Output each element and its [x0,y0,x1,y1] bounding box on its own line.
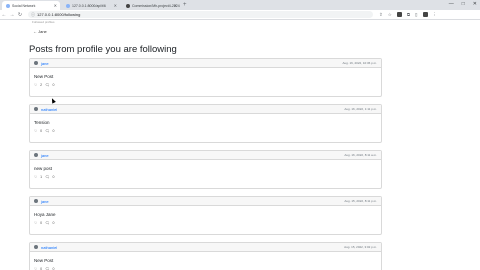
comment-count: 0 [52,83,55,87]
like-icon[interactable]: ♡ [34,129,37,133]
post-card: nathaniel Aug. 15, 2022, 3:02 p.m. New P… [29,242,382,270]
avatar [34,153,38,157]
post-card: jane Aug. 15, 2022, 8:11 p.m. Hoya Jane … [29,196,382,235]
like-count: 1 [40,175,43,179]
like-icon[interactable]: ♡ [34,221,37,225]
post-header: jane Aug. 15, 2022, 8:11 p.m. [30,197,381,206]
comment-icon[interactable]: 🗨 [45,175,49,179]
post-author[interactable]: jane [34,61,49,66]
post-timestamp: Aug. 15, 2022, 8:11 p.m. [344,199,377,203]
author-name[interactable]: nathaniel [41,245,57,250]
comment-count: 0 [52,175,55,179]
browser-tab[interactable]: 127.0.0.1:8000/api/t/6 ✕ [62,1,120,10]
puzzle-icon[interactable]: ⧉ [407,12,410,17]
post-card: jane Aug. 16, 2022, 8:11 a.m. new post ♡… [29,150,382,189]
comment-icon[interactable]: 🗨 [45,83,49,87]
back-button[interactable]: ← [0,12,8,18]
page-content: Followed profiles ← Jane Posts from prof… [0,20,480,270]
post-body: Tension ♡ 0 🗨 0 [30,114,381,142]
post-header: nathaniel Aug. 16, 2022, 1:11 p.m. [30,105,381,114]
avatar [34,199,38,203]
post-card: nathaniel Aug. 16, 2022, 1:11 p.m. Tensi… [29,104,382,143]
author-name[interactable]: nathaniel [41,107,57,112]
sidebar-icon[interactable]: ▯ [415,12,417,18]
post-author[interactable]: jane [34,153,49,158]
new-tab-button[interactable]: + [183,1,187,10]
post-header: nathaniel Aug. 15, 2022, 3:02 p.m. [30,243,381,252]
extension-icon[interactable] [396,12,402,17]
share-icon[interactable]: ⇪ [379,12,383,18]
post-author[interactable]: jane [34,199,49,204]
extensions-area: ⇪ ☆ ⧉ ▯ ⋮ [379,12,437,18]
post-timestamp: Aug. 16, 2022, 10:36 p.m. [342,61,377,65]
tab-label: Commission/Mh-project4-2024 [132,3,180,8]
mouse-cursor-icon [50,97,56,104]
post-reactions: ♡ 0 🗨 0 [34,129,377,133]
like-count: 0 [40,221,43,225]
post-content: Hoya Jane [34,212,56,217]
favicon-icon [66,3,70,8]
author-name[interactable]: jane [41,199,49,204]
post-timestamp: Aug. 16, 2022, 8:11 a.m. [344,153,377,157]
maximize-icon[interactable]: □ [462,1,465,7]
post-body: New Post ♡ 2 🗨 0 [30,68,381,96]
address-bar[interactable]: ⓘ 127.0.0.1:8000/following [28,11,373,18]
comment-icon[interactable]: 🗨 [45,221,49,225]
browser-tab[interactable]: Social Network ✕ [2,1,60,10]
bookmark-star-icon[interactable]: ☆ [388,12,392,18]
address-text: 127.0.0.1:8000/following [37,12,81,17]
comment-count: 0 [52,221,55,225]
tab-label: Social Network [12,3,36,8]
post-content: New Post [34,74,54,79]
tab-label: 127.0.0.1:8000/api/t/6 [72,3,106,8]
close-tab-icon[interactable]: ✕ [54,3,57,8]
post-timestamp: Aug. 16, 2022, 1:11 p.m. [344,107,377,111]
post-timestamp: Aug. 15, 2022, 3:02 p.m. [344,245,377,249]
avatar [34,107,38,111]
post-author[interactable]: nathaniel [34,107,57,112]
page-title: Posts from profile you are following [29,44,177,55]
comment-icon[interactable]: 🗨 [45,129,49,133]
minimize-icon[interactable]: — [449,1,454,7]
avatar [34,61,38,65]
profile-avatar[interactable] [422,12,428,17]
like-icon[interactable]: ♡ [34,83,37,87]
post-author[interactable]: nathaniel [34,245,57,250]
favicon-icon [6,3,10,8]
post-header: jane Aug. 16, 2022, 8:11 a.m. [30,151,381,160]
post-card: jane Aug. 16, 2022, 10:36 p.m. New Post … [29,58,382,97]
post-content: new post [34,166,53,171]
close-window-icon[interactable]: ✕ [473,1,477,7]
reload-button[interactable]: ↻ [16,12,24,18]
menu-icon[interactable]: ⋮ [433,12,438,18]
post-body: Hoya Jane ♡ 0 🗨 0 [30,206,381,234]
post-reactions: ♡ 0 🗨 0 [34,221,377,225]
favicon-icon [126,3,130,8]
browser-tab[interactable]: Commission/Mh-project4-2024 ✕ [122,1,180,10]
like-count: 2 [40,83,43,87]
post-content: Tension [34,120,50,125]
like-icon[interactable]: ♡ [34,175,37,179]
close-tab-icon[interactable]: ✕ [114,3,117,8]
author-name[interactable]: jane [41,153,49,158]
forward-button[interactable]: → [8,12,16,18]
browser-toolbar: ← → ↻ ⓘ 127.0.0.1:8000/following ⇪ ☆ ⧉ ▯… [0,10,480,20]
window-controls: — □ ✕ [449,1,477,7]
post-body: new post ♡ 1 🗨 0 [30,160,381,188]
comment-count: 0 [52,129,55,133]
post-header: jane Aug. 16, 2022, 10:36 p.m. [30,59,381,68]
author-name[interactable]: jane [41,61,49,66]
like-count: 0 [40,129,43,133]
post-content: New Post [34,258,54,263]
post-reactions: ♡ 2 🗨 0 [34,83,377,87]
browser-tab-bar: Social Network ✕ 127.0.0.1:8000/api/t/6 … [0,0,480,10]
avatar [34,245,38,249]
close-tab-icon[interactable]: ✕ [174,3,177,8]
back-link[interactable]: ← Jane [33,29,47,34]
top-hint-text: Followed profiles [32,20,55,24]
info-icon[interactable]: ⓘ [31,12,35,18]
post-body: New Post ♡ 0 🗨 0 [30,252,381,270]
post-reactions: ♡ 1 🗨 0 [34,175,377,179]
